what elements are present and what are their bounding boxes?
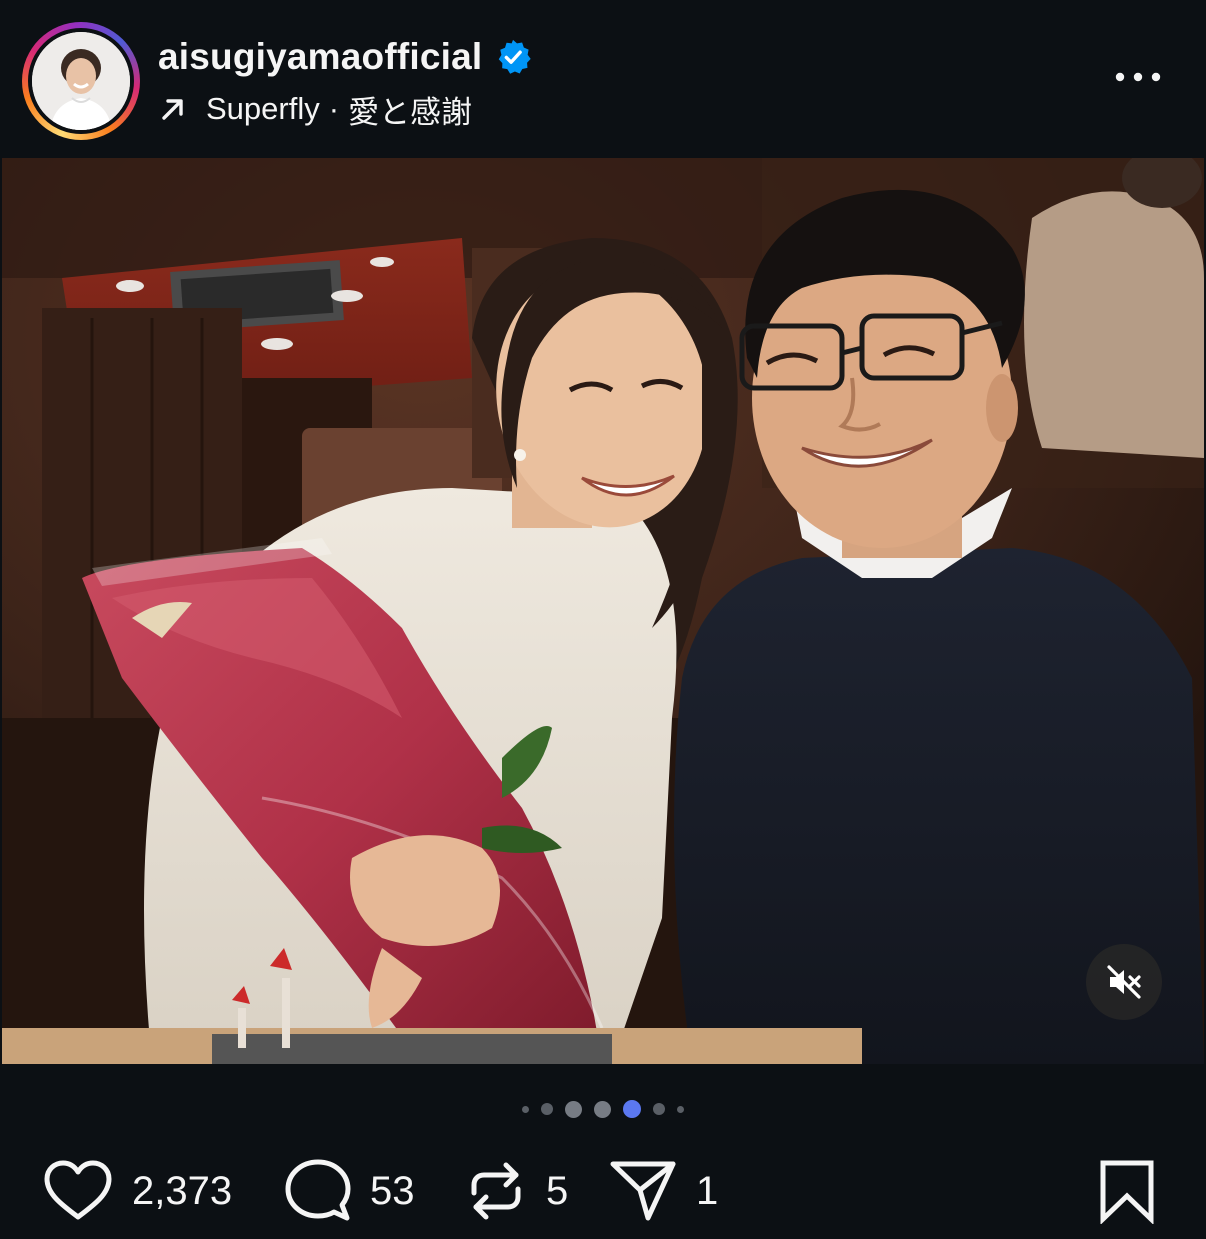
save-button[interactable] — [1098, 1150, 1156, 1232]
carousel-dot — [522, 1105, 529, 1113]
carousel-dot — [541, 1103, 553, 1115]
carousel-dot — [653, 1103, 665, 1115]
repost-button[interactable]: 5 — [464, 1150, 568, 1232]
music-attribution[interactable]: Superfly · 愛と感謝 — [158, 88, 472, 130]
like-button[interactable]: 2,373 — [42, 1150, 232, 1232]
paper-plane-icon — [610, 1161, 676, 1221]
carousel-dot — [677, 1105, 684, 1113]
carousel-dot — [565, 1100, 582, 1118]
username[interactable]: aisugiyamaofficial — [158, 36, 482, 78]
more-horizontal-icon[interactable] — [1112, 62, 1164, 92]
story-ring[interactable] — [22, 22, 140, 140]
verified-badge-icon — [499, 39, 532, 74]
music-separator: · — [328, 91, 340, 126]
carousel-indicator — [0, 1094, 1206, 1124]
comment-count: 53 — [370, 1168, 415, 1213]
share-button[interactable]: 1 — [608, 1150, 718, 1232]
comment-button[interactable]: 53 — [284, 1150, 415, 1232]
carousel-dot-active — [623, 1100, 641, 1118]
music-artist: Superfly — [206, 91, 320, 126]
like-count: 2,373 — [132, 1168, 233, 1213]
post-header: aisugiyamaofficial Superfly · 愛と感謝 — [0, 0, 1206, 158]
speaker-muted-icon — [1107, 965, 1141, 999]
bookmark-icon — [1100, 1160, 1154, 1224]
heart-icon — [44, 1160, 112, 1220]
arrow-up-right-icon — [162, 99, 183, 120]
avatar[interactable] — [32, 32, 130, 130]
repost-icon — [471, 1162, 521, 1220]
music-title: 愛と感謝 — [348, 94, 473, 130]
carousel-dot — [594, 1100, 611, 1118]
action-bar: 2,373 53 5 1 — [0, 1150, 1206, 1232]
avatar-image — [32, 32, 130, 130]
repost-count: 5 — [546, 1168, 569, 1213]
share-count: 1 — [696, 1168, 719, 1213]
mute-button[interactable] — [1086, 944, 1162, 1020]
speech-bubble-icon — [285, 1159, 351, 1221]
post-photo[interactable] — [2, 158, 1204, 1064]
photo-image — [2, 158, 1204, 1064]
